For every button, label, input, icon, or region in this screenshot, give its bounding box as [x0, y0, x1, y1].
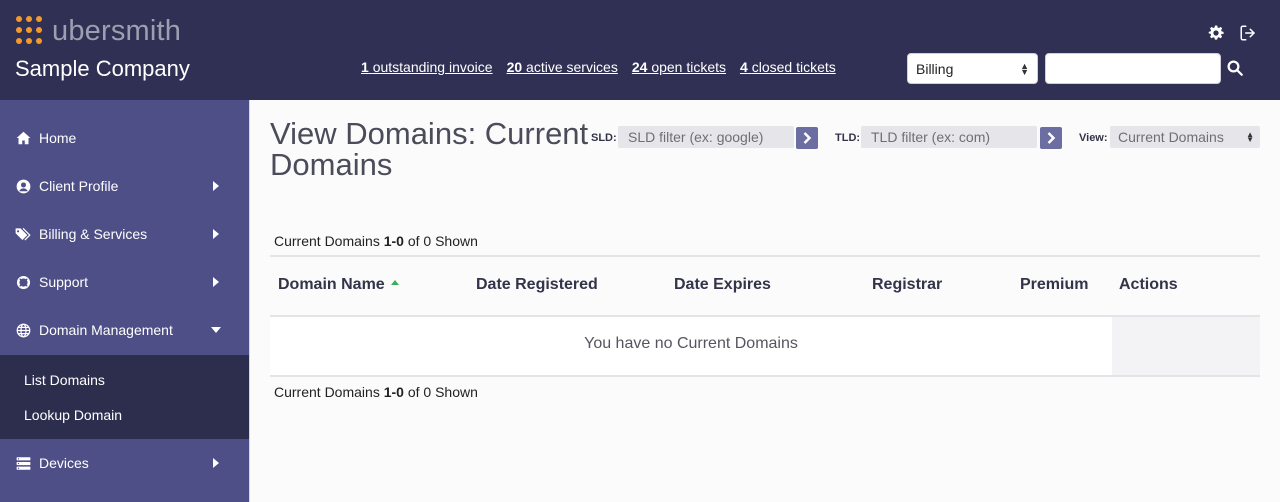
column-header-date-registered[interactable]: Date Registered	[476, 276, 598, 294]
results-count-bottom: Current Domains 1-0 of 0 Shown	[274, 384, 478, 400]
column-header-date-expires[interactable]: Date Expires	[674, 276, 771, 294]
table-top-border	[270, 255, 1260, 257]
gear-icon[interactable]	[1207, 24, 1225, 42]
caret-right-icon	[211, 458, 221, 468]
logout-icon[interactable]	[1239, 24, 1257, 42]
empty-table-message: You have no Current Domains	[584, 335, 798, 352]
caret-right-icon	[211, 181, 221, 191]
header-search-input[interactable]	[1045, 53, 1221, 84]
sld-filter-input[interactable]: SLD filter (ex: google)	[618, 126, 794, 148]
column-header-registrar[interactable]: Registrar	[872, 276, 942, 294]
caret-right-icon	[211, 277, 221, 287]
sidebar-item-domain-management[interactable]: Domain Management	[0, 306, 249, 354]
header-summary-links: 1 outstanding invoice 20 active services…	[361, 59, 836, 75]
sidebar-item-home[interactable]: Home	[0, 114, 249, 162]
column-header-actions: Actions	[1119, 276, 1178, 293]
sidebar-item-label: Devices	[39, 455, 89, 471]
sidebar-item-label: Support	[39, 274, 89, 290]
table-bottom-border	[270, 375, 1260, 377]
tags-icon	[15, 226, 31, 242]
home-icon	[15, 130, 31, 146]
globe-icon	[15, 322, 31, 338]
select-arrows-icon: ▲ ▼	[1020, 60, 1029, 77]
sidebar-item-billing-services[interactable]: Billing & Services	[0, 210, 249, 258]
user-circle-icon	[15, 178, 31, 194]
logo-text: ubersmith	[52, 15, 182, 47]
sidebar-item-client-profile[interactable]: Client Profile	[0, 162, 249, 210]
company-name: Sample Company	[15, 56, 190, 81]
outstanding-invoice-link[interactable]: 1 outstanding invoice	[361, 59, 493, 75]
column-header-domain-name[interactable]: Domain Name	[278, 276, 399, 294]
caret-right-icon	[211, 229, 221, 239]
tld-filter-input[interactable]: TLD filter (ex: com)	[861, 126, 1037, 148]
tld-filter-button[interactable]	[1040, 127, 1062, 149]
active-services-link[interactable]: 20 active services	[507, 59, 618, 75]
sidebar-item-devices[interactable]: Devices	[0, 439, 249, 487]
sidebar-item-label: Billing & Services	[39, 226, 148, 242]
search-icon[interactable]	[1226, 59, 1244, 77]
search-scope-value: Billing	[916, 60, 954, 77]
caret-down-icon	[211, 327, 221, 333]
view-label: View:	[1079, 132, 1108, 144]
submenu-lookup-domain[interactable]: Lookup Domain	[24, 407, 122, 423]
column-header-premium[interactable]: Premium	[1020, 276, 1088, 294]
sidebar-item-support[interactable]: Support	[0, 258, 249, 306]
empty-actions-cell	[1112, 317, 1260, 375]
chevron-right-icon	[803, 132, 811, 144]
ubersmith-logo[interactable]: ubersmith	[16, 15, 181, 47]
sld-label: SLD:	[591, 132, 617, 144]
sort-ascending-icon	[390, 280, 399, 286]
open-tickets-link[interactable]: 24 open tickets	[632, 59, 726, 75]
sidebar: Home Client Profile Billing & Services S…	[0, 100, 249, 502]
page-title: View Domains: Current Domains	[270, 116, 589, 182]
sidebar-item-label: Domain Management	[39, 322, 173, 338]
view-select[interactable]: Current Domains ▲ ▼	[1110, 126, 1260, 148]
sidebar-divider	[249, 100, 250, 502]
domain-management-submenu: List Domains Lookup Domain	[0, 355, 249, 439]
chevron-right-icon	[1047, 132, 1055, 144]
top-header: ubersmith Sample Company 1 outstanding i…	[0, 0, 1280, 100]
sld-filter-button[interactable]	[796, 127, 818, 149]
domains-table: Domain Name Date Registered Date Expires…	[270, 255, 1260, 377]
submenu-list-domains[interactable]: List Domains	[24, 372, 105, 388]
server-icon	[15, 455, 31, 471]
closed-tickets-link[interactable]: 4 closed tickets	[740, 59, 836, 75]
sidebar-item-label: Home	[39, 130, 77, 146]
logo-dots-icon	[16, 16, 44, 46]
view-select-value: Current Domains	[1118, 129, 1224, 145]
results-count-top: Current Domains 1-0 of 0 Shown	[274, 233, 478, 249]
search-scope-select[interactable]: Billing ▲ ▼	[907, 53, 1038, 84]
tld-label: TLD:	[835, 132, 861, 144]
sidebar-item-label: Client Profile	[39, 178, 119, 194]
select-arrows-icon: ▲ ▼	[1246, 130, 1254, 144]
lifering-icon	[15, 274, 31, 290]
